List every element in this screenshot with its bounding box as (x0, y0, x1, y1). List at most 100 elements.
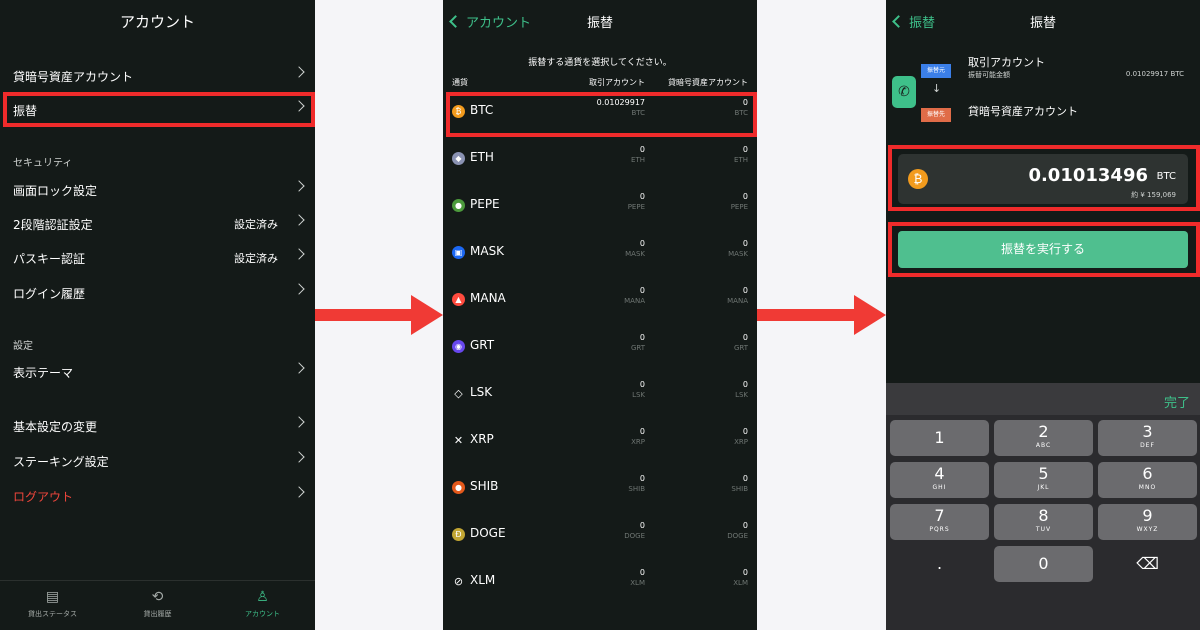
tab-label: アカウント (245, 610, 280, 618)
lending-balance: 0 (742, 333, 748, 342)
trading-balance: 0 (639, 145, 645, 154)
key-letters: DEF (1140, 442, 1155, 449)
keypad-key[interactable]: 1 (890, 420, 989, 456)
coin-symbol: MASK (470, 244, 505, 258)
currency-row[interactable]: ⊘ XLM 0 XLM 0 XLM (443, 562, 757, 609)
key-digit: 2 (1038, 422, 1049, 441)
numeric-keyboard: 完了 1 2 ABC 3 DEF 4 GHI 5 JKL 6 MNO 7 PQRS 8 TUV 9 WXYZ. 0… (886, 383, 1200, 630)
lending-unit: PEPE (730, 203, 748, 211)
menu-label: 表示テーマ (13, 366, 74, 380)
coin-symbol: XRP (470, 432, 494, 446)
currency-row[interactable]: ● PEPE 0 PEPE 0 PEPE (443, 186, 757, 233)
lending-balance: 0 (742, 286, 748, 295)
instruction-text: 振替する通貨を選択してください。 (528, 58, 672, 68)
trading-balance: 0 (639, 239, 645, 248)
from-tag: 振替元 (921, 64, 951, 78)
key-letters: ABC (1035, 442, 1052, 449)
currency-row[interactable]: ▲ MANA 0 MANA 0 MANA (443, 280, 757, 327)
currency-row[interactable]: ● SHIB 0 SHIB 0 SHIB (443, 468, 757, 515)
keypad-key[interactable]: 0 (994, 546, 1093, 582)
lending-balance: 0 (742, 239, 748, 248)
coin-symbol: SHIB (470, 479, 499, 493)
arrow-down-icon: ↓ (932, 82, 942, 95)
keypad-key[interactable]: 2 ABC (994, 420, 1093, 456)
key-digit: 7 (934, 506, 945, 525)
keypad-key[interactable]: 4 GHI (890, 462, 989, 498)
tab-account[interactable]: ♙ アカウント (210, 587, 315, 619)
phone-icon: ✆ (892, 76, 916, 108)
trading-unit: GRT (630, 344, 645, 352)
chevron-right-icon (293, 214, 305, 226)
column-header-trading: 取引アカウント (589, 78, 645, 87)
menu-two-factor[interactable]: 2段階認証設定 設定済み (0, 208, 315, 238)
menu-screen-lock[interactable]: 画面ロック設定 (0, 174, 315, 204)
keypad-key[interactable]: 7 PQRS (890, 504, 989, 540)
key-digit: 0 (1038, 554, 1049, 573)
lending-unit: SHIB (731, 485, 748, 493)
key-letters: PQRS (929, 526, 950, 533)
coin-icon: ✕ (452, 434, 465, 447)
lending-unit: ETH (734, 156, 748, 164)
trading-balance: 0 (639, 286, 645, 295)
menu-login-history[interactable]: ログイン履歴 (0, 277, 315, 307)
section-settings: 設定 (13, 341, 33, 352)
from-account: 取引アカウント (968, 56, 1045, 69)
chevron-right-icon (293, 180, 305, 192)
backspace-key[interactable]: ⌫ (1098, 546, 1197, 582)
menu-passkey[interactable]: パスキー認証 設定済み (0, 242, 315, 272)
chevron-right-icon (293, 362, 305, 374)
trading-balance: 0 (639, 333, 645, 342)
currency-row[interactable]: ◇ LSK 0 LSK 0 LSK (443, 374, 757, 421)
lending-unit: XRP (734, 438, 748, 446)
flow-arrow (757, 295, 886, 335)
coin-icon: ▲ (452, 293, 465, 306)
key-letters: WXYZ (1136, 526, 1159, 533)
trading-balance: 0 (639, 192, 645, 201)
keypad-key[interactable]: 9 WXYZ (1098, 504, 1197, 540)
trading-unit: XLM (630, 579, 645, 587)
tab-label: 貸出ステータス (28, 610, 77, 618)
lending-unit: XLM (733, 579, 748, 587)
menu-basic-settings[interactable]: 基本設定の変更 (0, 410, 315, 440)
menu-staking[interactable]: ステーキング設定 (0, 445, 315, 475)
highlight-box (888, 222, 1200, 277)
status-value: 設定済み (234, 218, 278, 231)
lending-unit: LSK (735, 391, 748, 399)
lending-status-icon: ▤ (45, 589, 60, 605)
menu-theme[interactable]: 表示テーマ (0, 356, 315, 386)
currency-row[interactable]: ▣ MASK 0 MASK 0 MASK (443, 233, 757, 280)
chevron-right-icon (293, 248, 305, 260)
coin-symbol: DOGE (470, 526, 506, 540)
lending-unit: MASK (728, 250, 748, 258)
trading-balance: 0 (639, 427, 645, 436)
menu-label: ステーキング設定 (13, 455, 109, 469)
done-button[interactable]: 完了 (1164, 392, 1190, 411)
coin-symbol: MANA (470, 291, 506, 305)
currency-row[interactable]: ✕ XRP 0 XRP 0 XRP (443, 421, 757, 468)
currency-row[interactable]: Ð DOGE 0 DOGE 0 DOGE (443, 515, 757, 562)
tab-lending-status[interactable]: ▤ 貸出ステータス (0, 587, 105, 619)
trading-unit: LSK (632, 391, 645, 399)
keypad-key[interactable]: 6 MNO (1098, 462, 1197, 498)
keypad-key[interactable]: 5 JKL (994, 462, 1093, 498)
menu-crypto-account[interactable]: 貸暗号資産アカウント (0, 60, 315, 90)
trading-balance: 0 (639, 474, 645, 483)
coin-icon: ◉ (452, 340, 465, 353)
key-digit: 1 (934, 428, 945, 447)
keypad-key[interactable]: . (890, 546, 989, 582)
menu-label: 2段階認証設定 (13, 218, 93, 232)
lending-balance: 0 (742, 145, 748, 154)
lending-balance: 0 (742, 568, 748, 577)
lending-balance: 0 (742, 521, 748, 530)
lending-balance: 0 (742, 192, 748, 201)
highlight-box (446, 92, 757, 137)
coin-icon: ⊘ (452, 575, 465, 588)
coin-icon: ● (452, 199, 465, 212)
currency-row[interactable]: ◉ GRT 0 GRT 0 GRT (443, 327, 757, 374)
transfer-currency-screen: アカウント 振替 振替する通貨を選択してください。 通貨 取引アカウント 貸暗号… (443, 0, 757, 630)
currency-row[interactable]: ◆ ETH 0 ETH 0 ETH (443, 139, 757, 186)
tab-lending-history[interactable]: ⟲ 貸出履歴 (105, 587, 210, 619)
keypad-key[interactable]: 3 DEF (1098, 420, 1197, 456)
menu-logout[interactable]: ログアウト (0, 480, 315, 510)
keypad-key[interactable]: 8 TUV (994, 504, 1093, 540)
